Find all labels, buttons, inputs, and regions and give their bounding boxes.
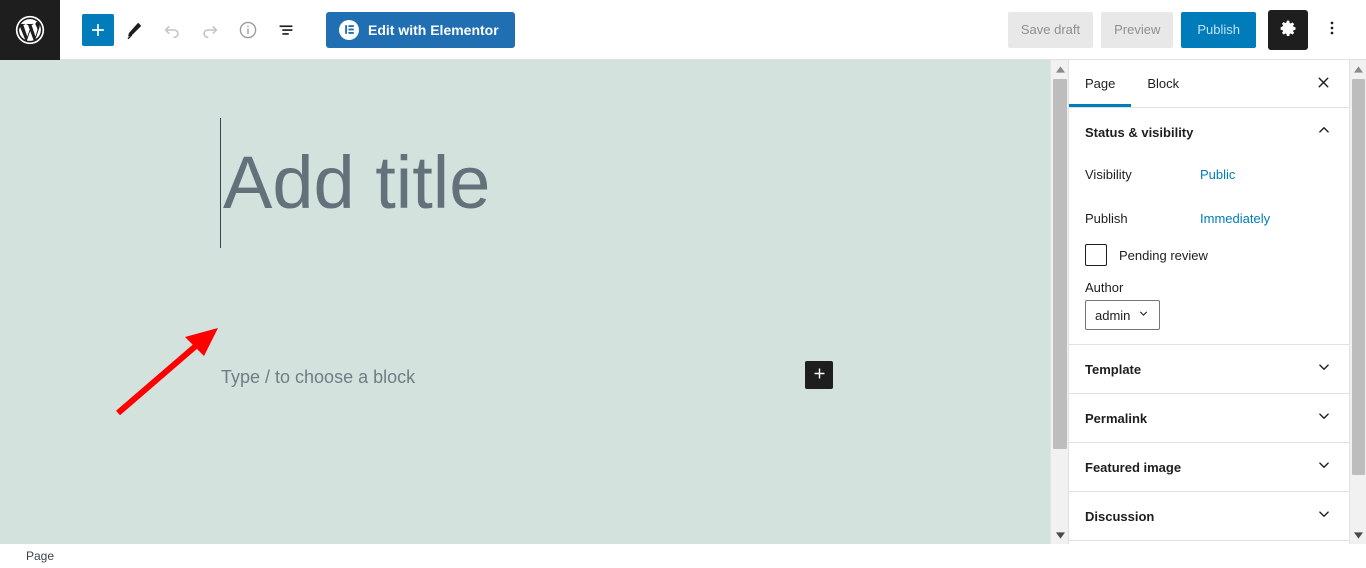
- chevron-down-icon: [1315, 456, 1333, 479]
- post-title-placeholder: Add title: [223, 141, 491, 224]
- settings-sidebar: Page Block Status & visibility Visibilit…: [1068, 60, 1349, 544]
- panel-discussion-title: Discussion: [1085, 508, 1155, 524]
- scroll-down-arrow-icon[interactable]: [1350, 526, 1366, 544]
- post-title-field[interactable]: Add title: [220, 118, 490, 248]
- pencil-icon: [123, 19, 145, 41]
- publish-row: Publish Immediately: [1085, 200, 1333, 236]
- panel-featured-image: Featured image: [1069, 443, 1349, 492]
- edit-with-elementor-button[interactable]: Edit with Elementor: [326, 11, 515, 48]
- wordpress-block-editor: Edit with Elementor Save draft Preview P…: [0, 0, 1366, 568]
- publish-label: Publish: [1085, 210, 1128, 226]
- undo-button[interactable]: [154, 12, 190, 48]
- author-select-value: admin: [1095, 307, 1131, 323]
- scroll-down-arrow-icon[interactable]: [1051, 526, 1069, 544]
- sidebar-scrollbar-thumb[interactable]: [1352, 79, 1365, 475]
- close-sidebar-button[interactable]: [1309, 70, 1337, 98]
- annotation-arrow-icon: [116, 328, 218, 416]
- publish-button[interactable]: Publish: [1181, 11, 1256, 48]
- redo-arrow-icon: [199, 19, 221, 41]
- panel-discussion-header[interactable]: Discussion: [1069, 492, 1349, 540]
- tools-button[interactable]: [116, 12, 152, 48]
- settings-button[interactable]: [1268, 9, 1308, 50]
- author-select[interactable]: admin: [1085, 300, 1161, 330]
- sidebar-tabs: Page Block: [1069, 60, 1349, 108]
- block-inserter-button[interactable]: [805, 361, 833, 389]
- elementor-logo-icon: [339, 19, 359, 40]
- visibility-value-button[interactable]: Public: [1200, 167, 1235, 182]
- pending-review-label[interactable]: Pending review: [1119, 248, 1208, 263]
- panel-status-visibility: Status & visibility Visibility Public Pu…: [1069, 108, 1349, 345]
- panel-featured-image-title: Featured image: [1085, 459, 1182, 475]
- redo-button[interactable]: [192, 12, 228, 48]
- editor-toolbar: Edit with Elementor Save draft Preview P…: [0, 0, 1366, 60]
- pending-review-row: Pending review: [1085, 244, 1333, 266]
- preview-button[interactable]: Preview: [1101, 11, 1174, 48]
- status-bar-breadcrumb[interactable]: Page: [26, 549, 54, 563]
- plus-icon: [88, 20, 108, 40]
- plus-icon: [811, 365, 828, 385]
- panel-featured-image-header[interactable]: Featured image: [1069, 443, 1349, 491]
- author-label: Author: [1085, 280, 1124, 295]
- status-bar: Page: [0, 544, 1366, 568]
- panel-permalink-header[interactable]: Permalink: [1069, 394, 1349, 442]
- editor-canvas[interactable]: Add title Type / to choose a block: [0, 60, 1050, 544]
- details-button[interactable]: [230, 12, 266, 48]
- chevron-down-icon: [1315, 407, 1333, 430]
- chevron-down-icon: [1315, 358, 1333, 381]
- scroll-up-arrow-icon[interactable]: [1350, 60, 1366, 78]
- chevron-down-icon: [1315, 505, 1333, 528]
- info-circle-icon: [237, 19, 259, 41]
- gear-icon: [1278, 18, 1299, 42]
- panel-status-visibility-body: Visibility Public Publish Immediately Pe…: [1069, 156, 1349, 344]
- panel-permalink-title: Permalink: [1085, 410, 1148, 426]
- wordpress-logo-button[interactable]: [0, 0, 60, 60]
- editor-scrollbar-thumb[interactable]: [1053, 79, 1067, 449]
- paragraph-block-placeholder[interactable]: Type / to choose a block: [221, 367, 415, 388]
- panel-template-title: Template: [1085, 361, 1142, 377]
- save-draft-button[interactable]: Save draft: [1007, 11, 1094, 48]
- wordpress-logo-icon: [13, 13, 47, 47]
- undo-arrow-icon: [161, 19, 183, 41]
- more-options-button[interactable]: [1316, 10, 1348, 50]
- scroll-up-arrow-icon[interactable]: [1051, 60, 1069, 78]
- editor-scrollbar[interactable]: [1050, 60, 1069, 544]
- tab-page[interactable]: Page: [1069, 60, 1131, 107]
- text-caret: [220, 118, 221, 248]
- list-view-icon: [275, 19, 297, 41]
- sidebar-scrollbar[interactable]: [1349, 60, 1366, 544]
- panel-template: Template: [1069, 345, 1349, 394]
- chevron-down-icon: [1137, 307, 1150, 323]
- visibility-label: Visibility: [1085, 166, 1132, 182]
- edit-with-elementor-label: Edit with Elementor: [368, 21, 499, 38]
- panel-permalink: Permalink: [1069, 394, 1349, 443]
- tab-block[interactable]: Block: [1131, 60, 1195, 107]
- add-block-button[interactable]: [82, 13, 114, 46]
- toolbar-right-actions: Save draft Preview Publish: [1007, 9, 1366, 50]
- panel-discussion: Discussion: [1069, 492, 1349, 541]
- close-icon: [1315, 74, 1332, 94]
- pending-review-checkbox[interactable]: [1085, 244, 1107, 266]
- panel-status-visibility-header[interactable]: Status & visibility: [1069, 108, 1349, 156]
- list-view-button[interactable]: [268, 12, 304, 48]
- publish-value-button[interactable]: Immediately: [1200, 211, 1270, 226]
- author-field: Author admin: [1085, 280, 1333, 330]
- panel-template-header[interactable]: Template: [1069, 345, 1349, 393]
- toolbar-left-tools: Edit with Elementor: [60, 11, 515, 48]
- vertical-ellipsis-icon: [1322, 18, 1342, 41]
- chevron-up-icon: [1315, 121, 1333, 144]
- visibility-row: Visibility Public: [1085, 156, 1333, 192]
- panel-status-visibility-title: Status & visibility: [1085, 124, 1194, 140]
